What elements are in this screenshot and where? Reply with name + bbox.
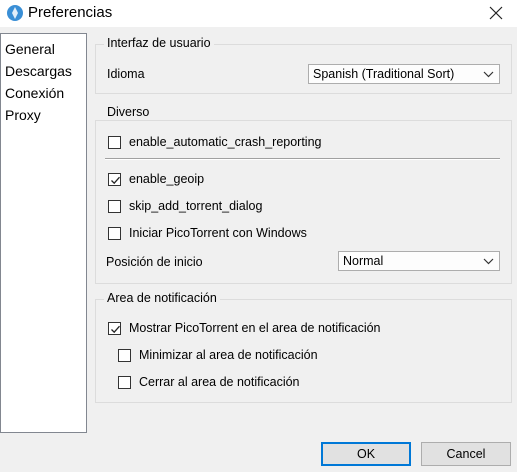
minimize-to-tray-label: Minimizar al area de notificación <box>139 348 318 362</box>
close-to-tray-label: Cerrar al area de notificación <box>139 375 300 389</box>
skip-dialog-label: skip_add_torrent_dialog <box>129 199 263 213</box>
misc-group-legend: Diverso <box>104 105 153 119</box>
language-select-value: Spanish (Traditional Sort) <box>313 67 455 81</box>
nav-item-connection[interactable]: Conexión <box>5 85 64 101</box>
window-title: Preferencias <box>28 4 113 21</box>
show-in-tray-label: Mostrar PicoTorrent en el area de notifi… <box>129 321 381 335</box>
title-bar: Preferencias <box>0 0 517 27</box>
chevron-down-icon <box>483 258 494 265</box>
close-to-tray-checkbox[interactable] <box>118 376 131 389</box>
misc-divider <box>105 158 500 160</box>
minimize-to-tray-checkbox[interactable] <box>118 349 131 362</box>
geoip-label: enable_geoip <box>129 172 205 186</box>
start-position-select[interactable]: Normal <box>338 251 500 271</box>
nav-item-downloads[interactable]: Descargas <box>5 63 72 79</box>
start-with-windows-checkbox[interactable] <box>108 227 121 240</box>
show-in-tray-checkbox[interactable] <box>108 322 121 335</box>
close-icon[interactable] <box>485 2 507 24</box>
geoip-checkbox[interactable] <box>108 173 121 186</box>
language-select[interactable]: Spanish (Traditional Sort) <box>308 64 500 84</box>
start-position-label: Posición de inicio <box>106 255 203 269</box>
checkmark-icon <box>111 325 120 334</box>
picotorrent-app-icon <box>7 5 23 21</box>
ui-group-legend: Interfaz de usuario <box>104 36 214 50</box>
nav-item-proxy[interactable]: Proxy <box>5 107 41 123</box>
start-position-value: Normal <box>343 254 384 268</box>
cancel-button[interactable]: Cancel <box>421 442 511 466</box>
chevron-down-icon <box>483 71 494 78</box>
notification-group-legend: Area de notificación <box>104 291 220 305</box>
checkmark-icon <box>111 176 120 185</box>
language-label: Idioma <box>107 67 145 81</box>
start-with-windows-label: Iniciar PicoTorrent con Windows <box>129 226 307 240</box>
nav-item-general[interactable]: General <box>5 41 55 57</box>
skip-dialog-checkbox[interactable] <box>108 200 121 213</box>
preferences-nav-list: General Descargas Conexión Proxy <box>0 33 87 433</box>
crash-reporting-label: enable_automatic_crash_reporting <box>129 135 322 149</box>
ok-button[interactable]: OK <box>321 442 411 466</box>
crash-reporting-checkbox[interactable] <box>108 136 121 149</box>
